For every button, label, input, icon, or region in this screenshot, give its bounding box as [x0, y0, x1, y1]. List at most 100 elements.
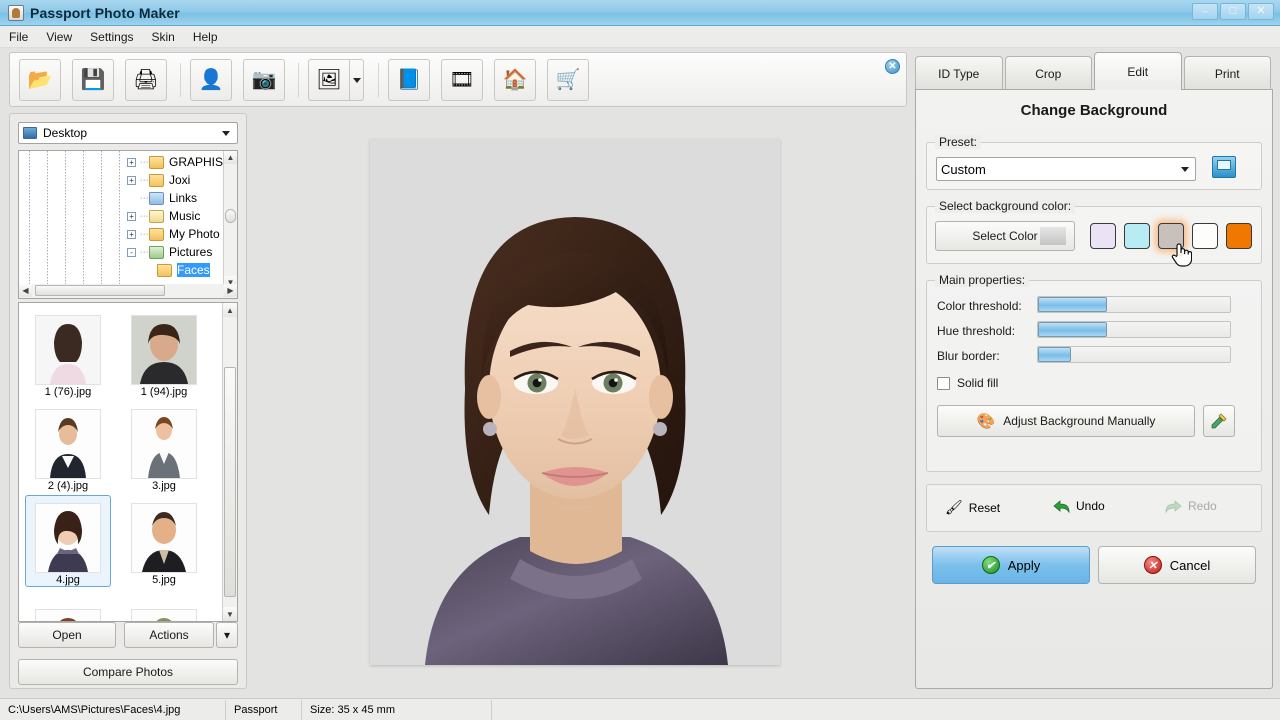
scroll-down-icon[interactable]: ▼ [223, 607, 237, 621]
color-swatch-white[interactable] [1192, 223, 1218, 249]
tree-vertical-scrollbar[interactable]: ▲ ▼ [223, 151, 237, 289]
main-properties-group: Main properties: Color threshold: Hue th… [926, 273, 1262, 472]
photo-preview [36, 610, 100, 621]
folder-icon [149, 155, 164, 169]
apply-button[interactable]: ✔ Apply [932, 546, 1090, 584]
color-swatch-lavender[interactable] [1090, 223, 1116, 249]
image-search-button[interactable]: 🖼 [308, 59, 350, 101]
tree-item-label: Pictures [169, 245, 213, 259]
actions-button[interactable]: Actions [124, 622, 214, 648]
background-color-group-label: Select background color: [935, 199, 1076, 213]
help-book-button[interactable]: 📘 [388, 59, 430, 101]
file-browser-panel: Desktop + ⋯ GRAPHIS + ⋯ Joxi ⋯ Links + ⋯… [9, 113, 247, 689]
image-search-icon: 🖼 [316, 69, 342, 91]
tree-horizontal-scrollbar[interactable]: ◀ ▶ [18, 284, 238, 299]
tree-item-graphis[interactable]: + ⋯ GRAPHIS [19, 153, 223, 171]
thumbnail-caption: 4.jpg [56, 574, 80, 586]
list-item[interactable] [121, 589, 207, 621]
color-threshold-slider[interactable] [1037, 296, 1231, 313]
menu-item-file[interactable]: File [0, 28, 37, 46]
image-search-dropdown-button[interactable] [350, 59, 364, 101]
color-swatch-gray[interactable] [1158, 223, 1184, 249]
list-item[interactable]: 1 (76).jpg [25, 307, 111, 399]
tree-item-links[interactable]: ⋯ Links [19, 189, 223, 207]
menu-item-skin[interactable]: Skin [143, 28, 184, 46]
tree-item-pictures[interactable]: - ⋯ Pictures [19, 243, 223, 261]
cancel-circle-icon: ✕ [1143, 556, 1162, 574]
color-swatch-cyan[interactable] [1124, 223, 1150, 249]
actions-dropdown-button[interactable]: ▾ [216, 622, 238, 648]
menu-item-help[interactable]: Help [184, 28, 227, 46]
list-item[interactable]: 2 (4).jpg [25, 401, 111, 493]
expander-icon[interactable] [127, 194, 136, 203]
home-button[interactable]: 🏠 [494, 59, 536, 101]
open-folder-icon: 📂 [27, 69, 53, 91]
tree-item-joxi[interactable]: + ⋯ Joxi [19, 171, 223, 189]
list-item[interactable]: 1 (94).jpg [121, 307, 207, 399]
adjust-background-manually-button[interactable]: 🎨 Adjust Background Manually [937, 405, 1195, 437]
tree-item-faces[interactable]: Faces [19, 261, 223, 279]
select-color-button[interactable]: Select Color [935, 221, 1075, 251]
expander-icon[interactable]: + [127, 175, 136, 185]
open-photo-button[interactable]: 📂 [19, 59, 61, 101]
print-button[interactable]: 🖨 [125, 59, 167, 101]
tree-item-label: Links [169, 191, 198, 205]
video-tutorial-button[interactable]: 🎞 [441, 59, 483, 101]
location-combobox[interactable]: Desktop [18, 122, 238, 144]
buy-now-button[interactable]: 🛒 [547, 59, 589, 101]
blur-border-slider[interactable] [1037, 346, 1231, 363]
menu-item-settings[interactable]: Settings [81, 28, 142, 46]
folder-tree[interactable]: + ⋯ GRAPHIS + ⋯ Joxi ⋯ Links + ⋯ Music +… [18, 150, 238, 290]
menu-item-view[interactable]: View [37, 28, 81, 46]
reset-label: Reset [968, 500, 1001, 515]
list-item[interactable] [25, 589, 111, 621]
close-button[interactable]: ✕ [1248, 3, 1274, 20]
hue-threshold-slider[interactable] [1037, 321, 1231, 338]
preset-select[interactable]: Custom [936, 157, 1196, 181]
expander-icon[interactable]: + [127, 211, 136, 221]
maximize-button[interactable]: □ [1220, 3, 1246, 20]
compare-photos-button[interactable]: Compare Photos [18, 659, 238, 685]
expander-icon[interactable]: + [127, 157, 136, 167]
tab-id-type[interactable]: ID Type [915, 56, 1003, 90]
scrollbar-thumb[interactable] [224, 367, 236, 597]
check-circle-icon: ✔ [981, 556, 1000, 574]
tree-item-music[interactable]: + ⋯ Music [19, 207, 223, 225]
camera-button[interactable]: 📷 [243, 59, 285, 101]
toolbar: 📂 💾 🖨 👤 📷 🖼 📘 🎞 🏠 🛒 ✕ [9, 52, 907, 107]
thumbnail-list[interactable]: 1 (76).jpg 1 (94).jpg 2 (4).jpg 3.jpg 4.… [18, 302, 238, 622]
expander-icon[interactable] [145, 266, 154, 275]
scrollbar-thumb[interactable] [225, 209, 236, 223]
tab-print[interactable]: Print [1183, 56, 1271, 90]
expander-icon[interactable]: + [127, 229, 136, 239]
reset-button[interactable]: 🖌 Reset [945, 499, 1000, 516]
solid-fill-checkbox[interactable] [937, 377, 950, 390]
window-controls: – □ ✕ [1192, 3, 1274, 20]
expander-icon[interactable]: - [127, 247, 136, 257]
slider-fill [1038, 297, 1108, 312]
list-item[interactable]: 5.jpg [121, 495, 207, 587]
toolbar-close-icon[interactable]: ✕ [885, 59, 900, 74]
thumbnail-scrollbar[interactable]: ▲ ▼ [222, 303, 237, 621]
save-button[interactable]: 💾 [72, 59, 114, 101]
save-preset-icon[interactable] [1212, 156, 1236, 178]
undo-button[interactable]: Undo [1053, 499, 1105, 513]
list-item[interactable]: 3.jpg [121, 401, 207, 493]
list-item-selected[interactable]: 4.jpg [25, 495, 111, 587]
scroll-up-icon[interactable]: ▲ [224, 151, 237, 164]
scroll-left-icon[interactable]: ◀ [19, 284, 32, 297]
color-swatch-orange[interactable] [1226, 223, 1252, 249]
tab-crop[interactable]: Crop [1004, 56, 1092, 90]
open-button[interactable]: Open [18, 622, 116, 648]
tree-item-my-photo[interactable]: + ⋯ My Photo [19, 225, 223, 243]
eyedropper-button[interactable] [1203, 405, 1235, 437]
scroll-right-icon[interactable]: ▶ [224, 284, 237, 297]
minimize-button[interactable]: – [1192, 3, 1218, 20]
photo-canvas[interactable] [370, 139, 780, 665]
scroll-up-icon[interactable]: ▲ [223, 303, 237, 317]
tab-edit[interactable]: Edit [1094, 52, 1182, 90]
find-person-button[interactable]: 👤 [190, 59, 232, 101]
right-panel: ID Type Crop Edit Print Change Backgroun… [915, 52, 1273, 689]
scrollbar-thumb[interactable] [35, 285, 165, 296]
cancel-button[interactable]: ✕ Cancel [1098, 546, 1256, 584]
